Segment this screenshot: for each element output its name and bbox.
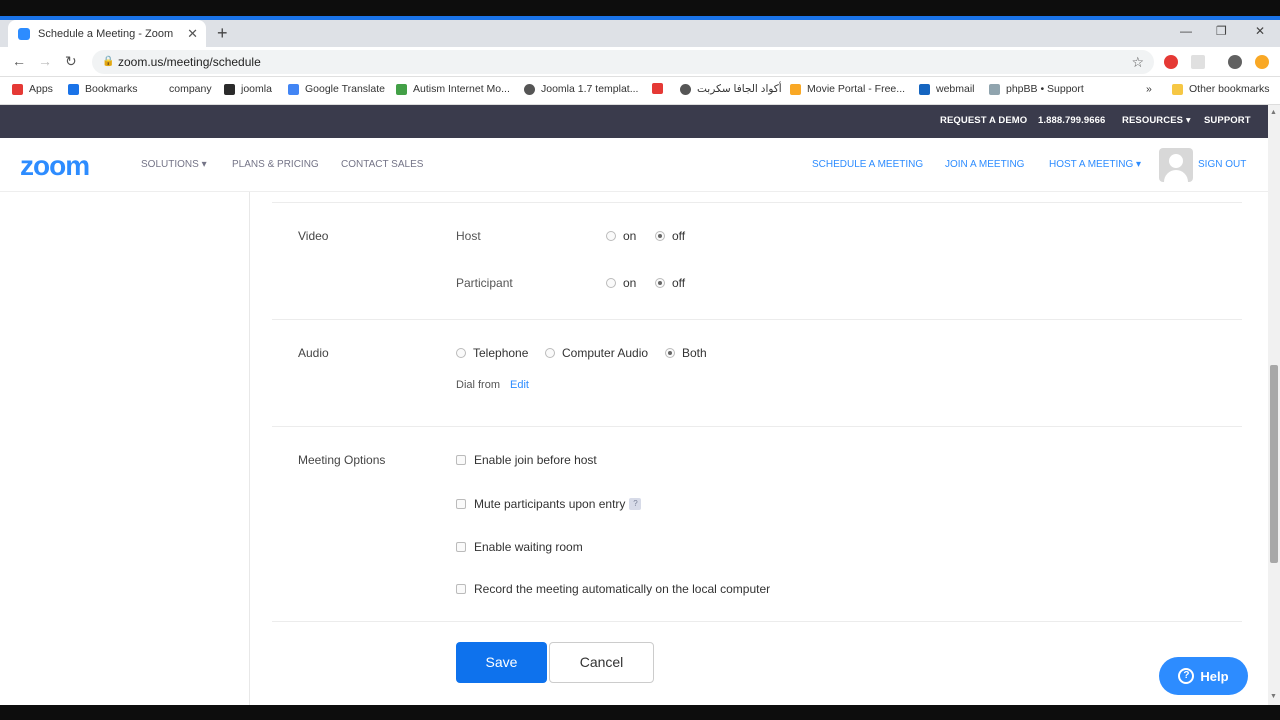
host-meeting-menu[interactable]: HOST A MEETING ▾ (1049, 159, 1141, 170)
translate-icon (288, 83, 299, 95)
join-meeting-link[interactable]: JOIN A MEETING (945, 159, 1024, 170)
bookmark-company[interactable]: company (152, 83, 212, 95)
bookmark-youtube[interactable] (652, 83, 669, 94)
zoom-top-bar: REQUEST A DEMO 1.888.799.9666 RESOURCES … (0, 105, 1268, 138)
apps-grid-icon (12, 83, 23, 95)
audio-computer-radio[interactable]: Computer Audio (545, 346, 648, 360)
request-demo-link[interactable]: REQUEST A DEMO (940, 115, 1027, 126)
mail-icon (919, 83, 930, 95)
video-section-label: Video (298, 229, 329, 243)
profile-icon[interactable] (1228, 55, 1242, 69)
other-bookmarks[interactable]: Other bookmarks (1172, 83, 1270, 95)
youtube-icon (652, 83, 663, 94)
contact-sales-link[interactable]: CONTACT SALES (341, 159, 423, 170)
participant-video-on-radio[interactable]: on (606, 276, 636, 290)
zoom-nav-bar: zoom SOLUTIONS ▾ PLANS & PRICING CONTACT… (0, 138, 1268, 192)
bookmark-joomla[interactable]: joomla (224, 83, 272, 95)
globe-icon (524, 83, 535, 95)
host-video-on-radio[interactable]: on (606, 229, 636, 243)
host-video-off-radio[interactable]: off (655, 229, 685, 243)
scroll-down-icon[interactable]: ▼ (1270, 693, 1277, 700)
autism-site-icon (396, 83, 407, 95)
lock-icon: 🔒 (102, 56, 115, 67)
bookmarks-overflow[interactable]: » (1146, 83, 1152, 95)
forward-icon[interactable]: → (38, 53, 52, 69)
audio-section-label: Audio (298, 346, 329, 360)
help-button[interactable]: ? Help (1159, 657, 1248, 695)
bottom-strip (0, 705, 1280, 720)
scroll-up-icon[interactable]: ▲ (1270, 109, 1277, 116)
bookmark-joomla-templates[interactable]: Joomla 1.7 templat... (524, 83, 638, 95)
extension-icon[interactable] (1191, 55, 1205, 69)
schedule-meeting-link[interactable]: SCHEDULE A MEETING (812, 159, 923, 170)
close-tab-icon[interactable]: ✕ (187, 26, 198, 42)
auto-record-checkbox[interactable]: Record the meeting automatically on the … (456, 582, 770, 596)
bookmark-star-icon[interactable]: ☆ (1131, 50, 1144, 74)
minimize-button[interactable]: — (1180, 24, 1192, 38)
address-bar[interactable]: 🔒 zoom.us/meeting/schedule ☆ (92, 50, 1154, 74)
scrollbar-thumb[interactable] (1270, 365, 1278, 563)
restore-button[interactable]: ❐ (1216, 24, 1227, 38)
dial-from-label: Dial from (456, 379, 501, 391)
page-scrollbar[interactable]: ▲ ▼ (1268, 105, 1280, 705)
plans-pricing-link[interactable]: PLANS & PRICING (232, 159, 319, 170)
divider (272, 426, 1242, 427)
zoom-favicon-icon (18, 27, 30, 40)
folder-icon (1172, 83, 1183, 95)
bookmark-google-translate[interactable]: Google Translate (288, 83, 385, 95)
phone-number[interactable]: 1.888.799.9666 (1038, 115, 1105, 126)
globe-icon (680, 83, 691, 95)
support-link[interactable]: SUPPORT (1204, 115, 1251, 126)
bookmark-apps[interactable]: Apps (12, 83, 53, 95)
bookmark-autism[interactable]: Autism Internet Mo... (396, 83, 510, 95)
audio-both-radio[interactable]: Both (665, 346, 707, 360)
mute-on-entry-checkbox[interactable]: Mute participants upon entry? (456, 497, 642, 511)
navigation-bar: ← → ↻ 🔒 zoom.us/meeting/schedule ☆ (0, 47, 1280, 77)
bookmark-webmail[interactable]: webmail (919, 83, 975, 95)
window-title-strip (0, 0, 1280, 20)
bookmark-phpbb[interactable]: phpBB • Support (989, 83, 1084, 95)
bookmarks-bar: Apps Bookmarks company joomla Google Tra… (0, 77, 1280, 105)
participant-video-label: Participant (456, 276, 513, 290)
browser-tab[interactable]: Schedule a Meeting - Zoom ✕ (8, 20, 206, 47)
star-icon (68, 83, 79, 95)
extension-icon[interactable] (1164, 55, 1178, 69)
page-icon (152, 83, 163, 95)
audio-telephone-radio[interactable]: Telephone (456, 346, 528, 360)
joomla-icon (224, 83, 235, 95)
schedule-form: Video Host on off Participant on off Aud… (250, 192, 1268, 705)
url-text: zoom.us/meeting/schedule (118, 55, 261, 69)
waiting-room-checkbox[interactable]: Enable waiting room (456, 540, 583, 554)
sign-out-link[interactable]: SIGN OUT (1198, 159, 1246, 170)
participant-video-off-radio[interactable]: off (655, 276, 685, 290)
divider (272, 202, 1242, 203)
reload-icon[interactable]: ↻ (65, 53, 77, 70)
tab-title: Schedule a Meeting - Zoom (38, 27, 174, 40)
solutions-menu[interactable]: SOLUTIONS ▾ (141, 159, 207, 170)
divider (272, 621, 1242, 622)
bookmark-bookmarks[interactable]: Bookmarks (68, 83, 138, 95)
save-button[interactable]: Save (456, 642, 547, 683)
resources-menu[interactable]: RESOURCES ▾ (1122, 115, 1191, 126)
help-question-icon: ? (1178, 668, 1195, 684)
back-icon[interactable]: ← (12, 53, 26, 69)
new-tab-button[interactable]: + (217, 23, 228, 44)
cancel-button[interactable]: Cancel (549, 642, 654, 683)
tab-strip: Schedule a Meeting - Zoom ✕ + — ❐ ✕ (0, 20, 1280, 47)
bookmark-movie-portal[interactable]: Movie Portal - Free... (790, 83, 905, 95)
zoom-logo[interactable]: zoom (20, 150, 90, 182)
left-sidebar (0, 192, 250, 705)
people-icon (989, 83, 1000, 95)
meeting-options-label: Meeting Options (298, 453, 386, 467)
divider (272, 319, 1242, 320)
hammer-icon (790, 83, 801, 95)
update-alert-icon[interactable] (1255, 55, 1269, 69)
avatar[interactable] (1159, 148, 1193, 182)
join-before-host-checkbox[interactable]: Enable join before host (456, 453, 597, 467)
close-window-button[interactable]: ✕ (1255, 24, 1265, 38)
host-video-label: Host (456, 229, 481, 243)
dial-from-edit-link[interactable]: Edit (510, 379, 529, 391)
bookmark-java-scripts[interactable]: أكواد الجافا سكربت (680, 83, 782, 95)
info-icon[interactable]: ? (629, 498, 642, 510)
